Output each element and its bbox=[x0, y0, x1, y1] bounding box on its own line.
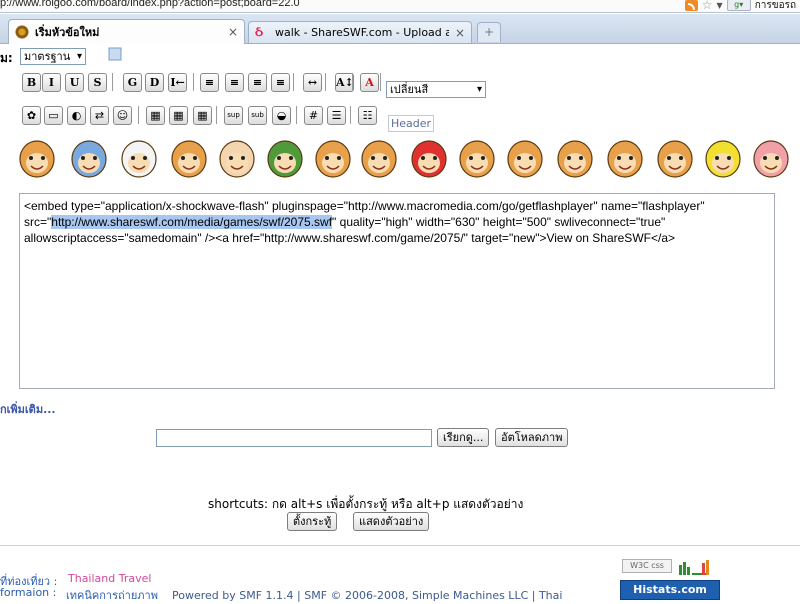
yellow-duck-smiley-icon[interactable] bbox=[704, 135, 742, 183]
color-select[interactable]: เปลี่ยนสี bbox=[386, 81, 486, 98]
underline-button[interactable]: U bbox=[65, 73, 84, 92]
list-button[interactable]: ☷ bbox=[358, 106, 377, 125]
boy-cry-smiley-icon[interactable] bbox=[218, 135, 256, 183]
selected-url: http://www.shareswf.com/media/games/swf/… bbox=[51, 215, 333, 229]
link-button[interactable]: ◐ bbox=[67, 106, 86, 125]
w3c-css-badge[interactable]: W3C css bbox=[622, 559, 672, 573]
glow-button[interactable]: G bbox=[123, 73, 142, 92]
ftp-button[interactable]: ☺ bbox=[113, 106, 132, 125]
monkey-cheer-smiley-icon[interactable] bbox=[458, 135, 496, 183]
monkey-scooter-smiley-icon[interactable] bbox=[70, 135, 108, 183]
tab-new-topic[interactable]: เริ่มหัวข้อใหม่ × bbox=[8, 19, 245, 44]
style-prefix-label: ม: bbox=[0, 51, 13, 65]
monkey-scream-smiley-icon[interactable] bbox=[656, 135, 694, 183]
google-icon[interactable]: g▾ bbox=[726, 0, 751, 11]
email-button[interactable]: ⇄ bbox=[90, 106, 109, 125]
tab-shareswf[interactable]: ઠ walk - ShareSWF.com - Upload and ... × bbox=[248, 21, 472, 43]
monkey-stand-smiley-icon[interactable] bbox=[170, 135, 208, 183]
new-tab-button[interactable]: + bbox=[477, 22, 501, 42]
rss-icon[interactable] bbox=[684, 0, 698, 11]
tab-title: เริ่มหัวข้อใหม่ bbox=[35, 26, 100, 39]
table-row-button[interactable]: ▦ bbox=[169, 106, 188, 125]
photo-technique-link[interactable]: เทคนิคการถ่ายภาพ bbox=[66, 586, 158, 604]
post-button[interactable]: ตั้งกระทู้ bbox=[287, 512, 338, 531]
chevron-down-icon[interactable]: ▼ bbox=[717, 1, 723, 10]
table-button[interactable]: ▦ bbox=[146, 106, 165, 125]
address-url[interactable]: p://www.roigoo.com/board/index.php?actio… bbox=[0, 0, 300, 9]
address-bar-right: ☆ ▼ g▾ การขอรถ bbox=[684, 0, 796, 12]
toolbar-separator bbox=[352, 73, 353, 91]
toolbar-separator bbox=[216, 106, 217, 124]
teletype-button[interactable]: ◒ bbox=[272, 106, 291, 125]
monkey-jump-smiley-icon[interactable] bbox=[606, 135, 644, 183]
upload-image-button[interactable]: อัตโหลดภาพ bbox=[495, 428, 569, 447]
indent-button[interactable]: I← bbox=[168, 73, 187, 92]
address-bar[interactable]: p://www.roigoo.com/board/index.php?actio… bbox=[0, 0, 800, 13]
page-icon bbox=[108, 47, 122, 61]
quote-button[interactable]: ☰ bbox=[327, 106, 346, 125]
flash-button[interactable]: ✿ bbox=[22, 106, 41, 125]
monkey-sit-smiley-icon[interactable] bbox=[360, 135, 398, 183]
tissue-face-smiley-icon[interactable] bbox=[120, 135, 158, 183]
footer-line2-label: formaion : bbox=[0, 586, 57, 599]
thailand-travel-link[interactable]: Thailand Travel bbox=[68, 572, 151, 585]
monkey-fire-smiley-icon[interactable] bbox=[314, 135, 352, 183]
font-face-button[interactable]: A bbox=[360, 73, 379, 92]
toolbar-separator bbox=[296, 106, 297, 124]
footer-divider bbox=[0, 545, 800, 546]
shareswf-favicon-icon: ઠ bbox=[255, 23, 264, 40]
toolbar-separator bbox=[350, 106, 351, 124]
toolbar-separator bbox=[112, 73, 113, 91]
header-button[interactable]: Header bbox=[388, 115, 435, 132]
image-button[interactable]: ▭ bbox=[44, 106, 63, 125]
powered-by-text: Powered by SMF 1.1.4 | SMF © 2006-2008, … bbox=[172, 589, 563, 602]
monkey-laugh-smiley-icon[interactable] bbox=[18, 135, 56, 183]
table-cell-button[interactable]: ▦ bbox=[193, 106, 212, 125]
close-icon[interactable]: × bbox=[228, 25, 238, 39]
tab-title: walk - ShareSWF.com - Upload and ... bbox=[275, 26, 449, 39]
code-button[interactable]: # bbox=[304, 106, 323, 125]
browse-button[interactable]: เรียกดู... bbox=[437, 428, 490, 447]
monkey-shout-smiley-icon[interactable] bbox=[556, 135, 594, 183]
pink-pig-smiley-icon[interactable] bbox=[752, 135, 790, 183]
italic-button[interactable]: I bbox=[42, 73, 61, 92]
message-textarea[interactable]: <embed type="application/x-shockwave-fla… bbox=[19, 193, 775, 389]
tab-strip: เริ่มหัวข้อใหม่ × ઠ walk - ShareSWF.com … bbox=[0, 14, 800, 44]
toolbar-separator bbox=[138, 106, 139, 124]
file-path-input[interactable] bbox=[156, 429, 432, 447]
align-center-button[interactable]: ≡ bbox=[225, 73, 244, 92]
align-left-button[interactable]: ≡ bbox=[200, 73, 219, 92]
forum-favicon-icon bbox=[15, 25, 29, 39]
search-box-text[interactable]: การขอรถ bbox=[755, 0, 796, 12]
toolbar-separator bbox=[325, 73, 326, 91]
close-icon[interactable]: × bbox=[455, 26, 465, 40]
strikethrough-button[interactable]: S bbox=[88, 73, 107, 92]
star-icon[interactable]: ☆ bbox=[702, 0, 713, 11]
green-bird-smiley-icon[interactable] bbox=[266, 135, 304, 183]
toolbar-separator bbox=[193, 73, 194, 91]
stats-chart-icon bbox=[679, 560, 709, 575]
horizontal-rule-button[interactable]: ↔ bbox=[303, 73, 322, 92]
preview-button[interactable]: แสดงตัวอย่าง bbox=[353, 512, 430, 531]
bold-button[interactable]: B bbox=[22, 73, 41, 92]
toolbar-separator bbox=[380, 73, 381, 91]
align-right-button[interactable]: ≡ bbox=[248, 73, 267, 92]
histats-badge[interactable]: Histats.com bbox=[620, 580, 720, 600]
toolbar-separator bbox=[293, 73, 294, 91]
subscript-button[interactable]: sub bbox=[248, 106, 267, 125]
style-select[interactable]: มาตรฐาน bbox=[20, 48, 86, 65]
post-form: ม: มาตรฐาน BIUSGDI←≡≡≡≡↔A↕A เปลี่ยนสี ✿▭… bbox=[0, 45, 800, 602]
shadow-button[interactable]: D bbox=[145, 73, 164, 92]
monkey-lying-smiley-icon[interactable] bbox=[506, 135, 544, 183]
red-angry-smiley-icon[interactable] bbox=[410, 135, 448, 183]
more-options-link[interactable]: กเพิ่มเติม... bbox=[0, 400, 56, 418]
justify-button[interactable]: ≡ bbox=[271, 73, 290, 92]
superscript-button[interactable]: sup bbox=[224, 106, 243, 125]
